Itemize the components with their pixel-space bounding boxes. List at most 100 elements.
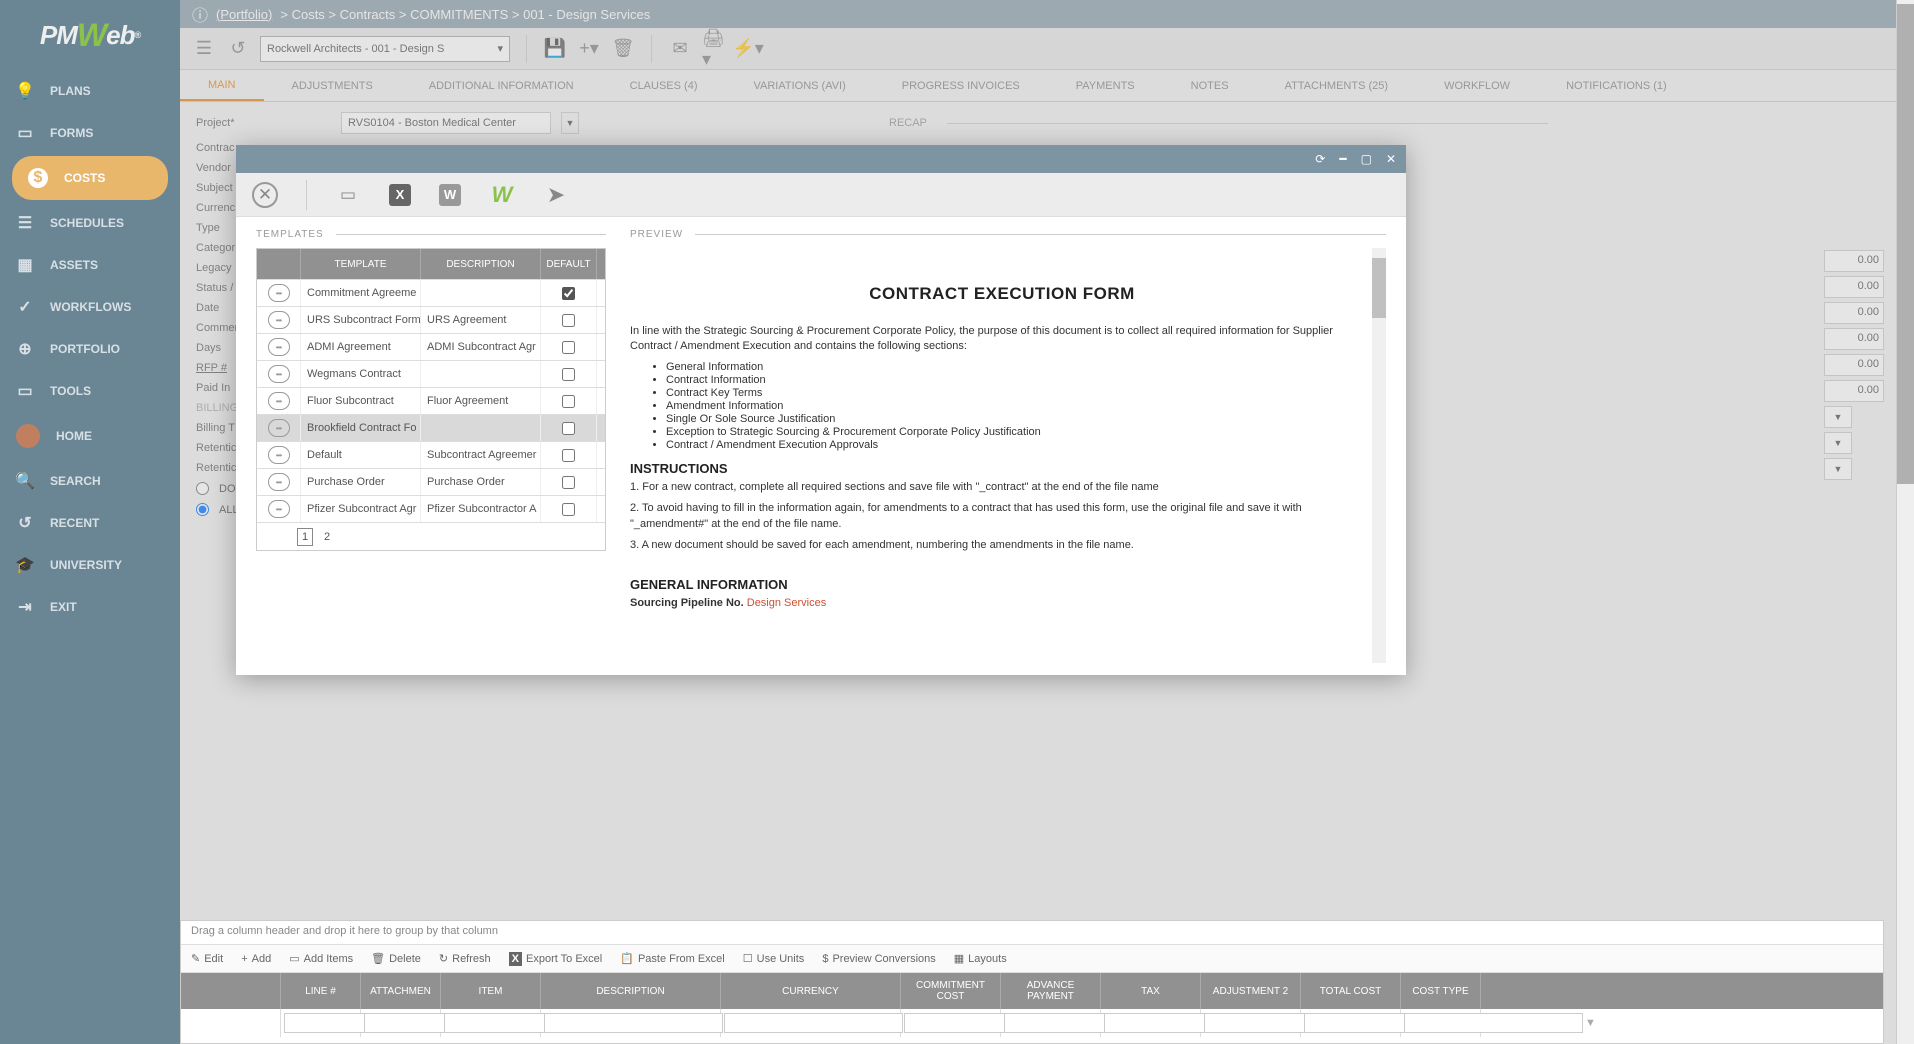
row-actions-button[interactable]: ••• — [268, 500, 290, 518]
row-actions-button[interactable]: ••• — [268, 392, 290, 410]
tab-variations[interactable]: VARIATIONS (AVI) — [725, 70, 873, 101]
val1[interactable]: 0.00 — [1824, 276, 1884, 298]
col-advance[interactable]: ADVANCE PAYMENT — [1001, 973, 1101, 1009]
sidebar-item-home[interactable]: HOME — [0, 412, 180, 460]
table-row[interactable]: •••URS Subcontract FormURS Agreement — [257, 306, 605, 333]
tab-notes[interactable]: NOTES — [1163, 70, 1257, 101]
sidebar-item-plans[interactable]: 💡PLANS — [0, 70, 180, 112]
row-actions-button[interactable]: ••• — [268, 338, 290, 356]
tab-payments[interactable]: PAYMENTS — [1048, 70, 1163, 101]
filter-curr[interactable] — [724, 1013, 903, 1033]
tab-workflow[interactable]: WORKFLOW — [1416, 70, 1538, 101]
funnel-icon[interactable]: ▼ — [1585, 1013, 1596, 1033]
default-checkbox[interactable] — [562, 341, 575, 354]
default-checkbox[interactable] — [562, 287, 575, 300]
table-row[interactable]: •••ADMI AgreementADMI Subcontract Agr — [257, 333, 605, 360]
layouts-button[interactable]: ▦ Layouts — [954, 952, 1007, 965]
val-dd3[interactable]: ▼ — [1824, 458, 1852, 480]
sidebar-item-recent[interactable]: ↺RECENT — [0, 502, 180, 544]
col-tax[interactable]: TAX — [1101, 973, 1201, 1009]
table-row[interactable]: •••DefaultSubcontract Agreemer — [257, 441, 605, 468]
col-default[interactable]: DEFAULT — [541, 249, 597, 279]
word-icon[interactable]: W — [439, 184, 461, 206]
sidebar-item-portfolio[interactable]: ⊕PORTFOLIO — [0, 328, 180, 370]
row-actions-button[interactable]: ••• — [268, 284, 290, 302]
col-currency[interactable]: CURRENCY — [721, 973, 901, 1009]
default-checkbox[interactable] — [562, 422, 575, 435]
print-icon[interactable]: 🖨▾ — [702, 37, 726, 61]
col-line[interactable]: LINE # — [281, 973, 361, 1009]
add-button[interactable]: + Add — [241, 953, 271, 965]
table-row[interactable]: •••Commitment Agreeme — [257, 279, 605, 306]
default-checkbox[interactable] — [562, 314, 575, 327]
sidebar-item-assets[interactable]: ▦ASSETS — [0, 244, 180, 286]
preview-conv-button[interactable]: $ Preview Conversions — [822, 953, 935, 965]
row-actions-button[interactable]: ••• — [268, 311, 290, 329]
refresh-icon[interactable]: ⟳ — [1315, 152, 1325, 166]
pmweb-icon[interactable]: W — [489, 182, 515, 208]
filter-desc[interactable] — [544, 1013, 723, 1033]
tab-attachments[interactable]: ATTACHMENTS (25) — [1257, 70, 1417, 101]
minimize-icon[interactable]: ━ — [1339, 152, 1346, 166]
tab-notifications[interactable]: NOTIFICATIONS (1) — [1538, 70, 1695, 101]
sidebar-item-workflows[interactable]: ✓WORKFLOWS — [0, 286, 180, 328]
default-checkbox[interactable] — [562, 368, 575, 381]
preview-scrollbar[interactable] — [1372, 248, 1386, 663]
default-checkbox[interactable] — [562, 395, 575, 408]
val4[interactable]: 0.00 — [1824, 354, 1884, 376]
bolt-icon[interactable]: ⚡▾ — [736, 37, 760, 61]
tab-additional[interactable]: ADDITIONAL INFORMATION — [401, 70, 602, 101]
info-icon[interactable]: ⓘ — [192, 2, 208, 26]
col-attach[interactable]: ATTACHMEN — [361, 973, 441, 1009]
col-description[interactable]: DESCRIPTION — [421, 249, 541, 279]
row-actions-button[interactable]: ••• — [268, 419, 290, 437]
col-commit[interactable]: COMMITMENT COST — [901, 973, 1001, 1009]
excel-icon[interactable]: X — [389, 184, 411, 206]
breadcrumb-portfolio[interactable]: (Portfolio) — [216, 7, 272, 22]
tab-clauses[interactable]: CLAUSES (4) — [602, 70, 726, 101]
col-total[interactable]: TOTAL COST — [1301, 973, 1401, 1009]
paste-excel-button[interactable]: 📋 Paste From Excel — [620, 952, 725, 965]
row-actions-button[interactable]: ••• — [268, 446, 290, 464]
group-hint[interactable]: Drag a column header and drop it here to… — [181, 921, 1883, 945]
sidebar-item-forms[interactable]: ▭FORMS — [0, 112, 180, 154]
add-icon[interactable]: +▾ — [577, 37, 601, 61]
refresh-button[interactable]: ↻ Refresh — [439, 952, 491, 965]
val3[interactable]: 0.00 — [1824, 328, 1884, 350]
send-icon[interactable]: ➤ — [543, 182, 569, 208]
default-checkbox[interactable] — [562, 503, 575, 516]
val2[interactable]: 0.00 — [1824, 302, 1884, 324]
cancel-button[interactable]: ✕ — [252, 182, 278, 208]
row-actions-button[interactable]: ••• — [268, 365, 290, 383]
val0[interactable]: 0.00 — [1824, 250, 1884, 272]
edit-button[interactable]: ✎ Edit — [191, 952, 223, 965]
sidebar-item-tools[interactable]: ▭TOOLS — [0, 370, 180, 412]
default-checkbox[interactable] — [562, 449, 575, 462]
val-dd2[interactable]: ▼ — [1824, 432, 1852, 454]
col-desc[interactable]: DESCRIPTION — [541, 973, 721, 1009]
pdf-icon[interactable]: ▭ — [335, 182, 361, 208]
record-selector[interactable]: Rockwell Architects - 001 - Design S▾ — [260, 36, 510, 62]
page-1[interactable]: 1 — [297, 528, 313, 546]
row-actions-button[interactable]: ••• — [268, 473, 290, 491]
col-item[interactable]: ITEM — [441, 973, 541, 1009]
default-checkbox[interactable] — [562, 476, 575, 489]
tab-progress[interactable]: PROGRESS INVOICES — [874, 70, 1048, 101]
col-costtype[interactable]: COST TYPE — [1401, 973, 1481, 1009]
filter-costtype[interactable] — [1404, 1013, 1583, 1033]
page-scrollbar[interactable] — [1896, 0, 1914, 1044]
mail-icon[interactable]: ✉ — [668, 37, 692, 61]
preview-pane[interactable]: CONTRACT EXECUTION FORM In line with the… — [630, 248, 1386, 663]
tab-adjustments[interactable]: ADJUSTMENTS — [264, 70, 401, 101]
add-items-button[interactable]: ▭ Add Items — [289, 952, 353, 965]
radio-do[interactable] — [196, 482, 209, 495]
table-row[interactable]: •••Brookfield Contract Fo — [257, 414, 605, 441]
table-row[interactable]: •••Fluor SubcontractFluor Agreement — [257, 387, 605, 414]
sidebar-item-exit[interactable]: ⇥EXIT — [0, 586, 180, 628]
sidebar-item-university[interactable]: 🎓UNIVERSITY — [0, 544, 180, 586]
table-row[interactable]: •••Purchase OrderPurchase Order — [257, 468, 605, 495]
col-template[interactable]: TEMPLATE — [301, 249, 421, 279]
sidebar-item-schedules[interactable]: ☰SCHEDULES — [0, 202, 180, 244]
use-units-button[interactable]: ☐ Use Units — [743, 952, 805, 965]
export-excel-button[interactable]: X Export To Excel — [509, 952, 603, 966]
